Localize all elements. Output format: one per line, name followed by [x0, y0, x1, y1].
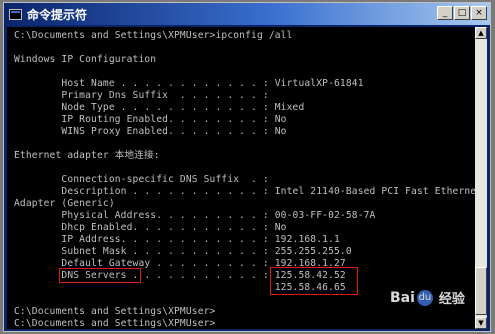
command-prompt-window: 命令提示符 _ □ × C:\Documents and Settings\XP…: [3, 2, 491, 332]
close-button[interactable]: ×: [471, 6, 487, 20]
console-output[interactable]: C:\Documents and Settings\XPMUser>ipconf…: [7, 27, 477, 329]
console-line: Subnet Mask . . . . . . . . . . . : 255.…: [14, 246, 352, 257]
scroll-down-button[interactable]: ▼: [475, 317, 487, 329]
paw-icon: du: [416, 289, 433, 306]
console-line: Adapter (Generic): [14, 198, 115, 209]
console-icon: [9, 8, 22, 20]
console-line: Primary Dns Suffix . . . . . . . :: [14, 90, 269, 101]
console-line: WINS Proxy Enabled. . . . . . . . : No: [14, 126, 287, 137]
window-controls: _ □ ×: [437, 6, 487, 20]
dns-values-highlight: [270, 267, 358, 295]
console-line: Ethernet adapter 本地连接:: [14, 150, 160, 161]
minimize-button[interactable]: _: [437, 6, 453, 20]
scroll-up-button[interactable]: ▲: [475, 27, 487, 39]
maximize-button[interactable]: □: [454, 6, 470, 20]
console-line: C:\Documents and Settings\XPMUser>: [14, 306, 216, 317]
scroll-thumb[interactable]: [475, 267, 487, 315]
console-line: Node Type . . . . . . . . . . . . : Mixe…: [14, 102, 305, 113]
window-title: 命令提示符: [27, 7, 88, 22]
title-bar[interactable]: 命令提示符 _ □ ×: [4, 3, 490, 25]
vertical-scrollbar[interactable]: ▲ ▼: [475, 27, 487, 329]
console-line: IP Routing Enabled. . . . . . . . : No: [14, 114, 287, 125]
dns-label-highlight: [59, 268, 141, 283]
console-line: IP Address. . . . . . . . . . . . : 192.…: [14, 234, 340, 245]
watermark-brand: Bai: [390, 289, 415, 306]
baidu-jingyan-watermark: Bai du 经验: [390, 288, 465, 307]
watermark-text: 经验: [438, 292, 465, 307]
console-line: Windows IP Configuration: [14, 54, 157, 65]
console-line: Host Name . . . . . . . . . . . . : Virt…: [14, 78, 364, 89]
console-line: C:\Documents and Settings\XPMUser>: [14, 318, 216, 329]
console-line: Physical Address. . . . . . . . . : 00-0…: [14, 210, 376, 221]
console-line: Description . . . . . . . . . . . : Inte…: [14, 186, 477, 197]
console-line: Connection-specific DNS Suffix . :: [14, 174, 269, 185]
console-line: C:\Documents and Settings\XPMUser>ipconf…: [14, 30, 293, 41]
console-line: Dhcp Enabled. . . . . . . . . . . : No: [14, 222, 287, 233]
